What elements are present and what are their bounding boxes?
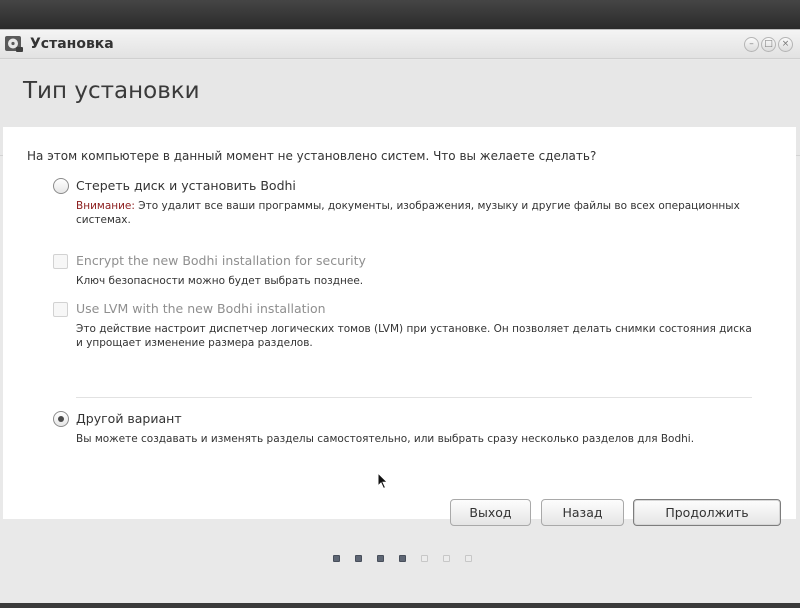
encrypt-label: Encrypt the new Bodhi installation for s… [76, 253, 366, 268]
lvm-checkbox [53, 302, 68, 317]
step-dot-4 [399, 555, 406, 562]
step-dot-1 [333, 555, 340, 562]
install-question: На этом компьютере в данный момент не ус… [27, 149, 597, 163]
content-panel: На этом компьютере в данный момент не ус… [3, 127, 796, 526]
something-else-description: Вы можете создавать и изменять разделы с… [76, 433, 695, 445]
window-title: Установка [30, 36, 114, 52]
something-else-radio[interactable] [53, 411, 69, 427]
window-titlebar[interactable]: Установка – □ × [0, 30, 800, 59]
desktop-bottom-bar [0, 603, 800, 608]
page-title: Тип установки [23, 78, 200, 104]
step-dot-7 [465, 555, 472, 562]
step-dot-5 [421, 555, 428, 562]
encrypt-description: Ключ безопасности можно будет выбрать по… [76, 275, 364, 287]
back-button[interactable]: Назад [541, 499, 624, 526]
lvm-label: Use LVM with the new Bodhi installation [76, 301, 326, 316]
encrypt-checkbox [53, 254, 68, 269]
erase-disk-label[interactable]: Стереть диск и установить Bodhi [76, 178, 296, 193]
installer-window: Установка – □ × Тип установки На этом ко… [0, 29, 800, 604]
step-dot-6 [443, 555, 450, 562]
lvm-description: Это действие настроит диспетчер логическ… [76, 323, 752, 349]
mouse-pointer-icon [377, 472, 389, 490]
erase-disk-radio[interactable] [53, 178, 69, 194]
erase-disk-description: Внимание: Это удалит все ваши программы,… [76, 199, 756, 227]
quit-button[interactable]: Выход [450, 499, 531, 526]
step-dot-2 [355, 555, 362, 562]
minimize-button[interactable]: – [744, 37, 759, 52]
close-button[interactable]: × [778, 37, 793, 52]
continue-button[interactable]: Продолжить [633, 499, 781, 526]
desktop-top-bar [0, 0, 800, 29]
step-dot-3 [377, 555, 384, 562]
installer-disc-icon [5, 36, 23, 52]
something-else-label[interactable]: Другой вариант [76, 411, 182, 426]
maximize-button[interactable]: □ [761, 37, 776, 52]
options-separator [76, 397, 752, 398]
erase-disk-warning-text: Это удалит все ваши программы, документы… [76, 200, 740, 226]
warning-label: Внимание: [76, 200, 135, 212]
